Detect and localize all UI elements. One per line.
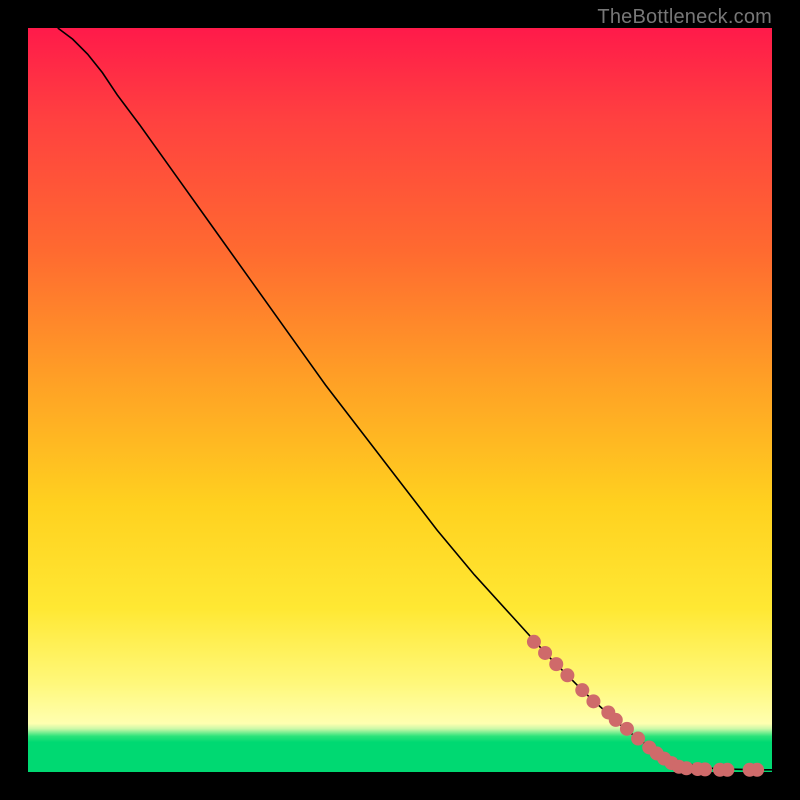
- marker-point: [720, 763, 734, 777]
- marker-point: [750, 763, 764, 777]
- marker-point: [575, 683, 589, 697]
- marker-point: [620, 722, 634, 736]
- marker-point: [560, 668, 574, 682]
- marker-point: [538, 646, 552, 660]
- scatter-markers: [527, 635, 764, 777]
- marker-point: [586, 694, 600, 708]
- marker-point: [527, 635, 541, 649]
- watermark-label: TheBottleneck.com: [597, 6, 772, 29]
- chart-frame: TheBottleneck.com: [0, 0, 800, 800]
- chart-overlay: [28, 28, 772, 772]
- marker-point: [631, 732, 645, 746]
- marker-point: [698, 762, 712, 776]
- marker-point: [549, 657, 563, 671]
- curve: [58, 28, 772, 770]
- marker-point: [609, 713, 623, 727]
